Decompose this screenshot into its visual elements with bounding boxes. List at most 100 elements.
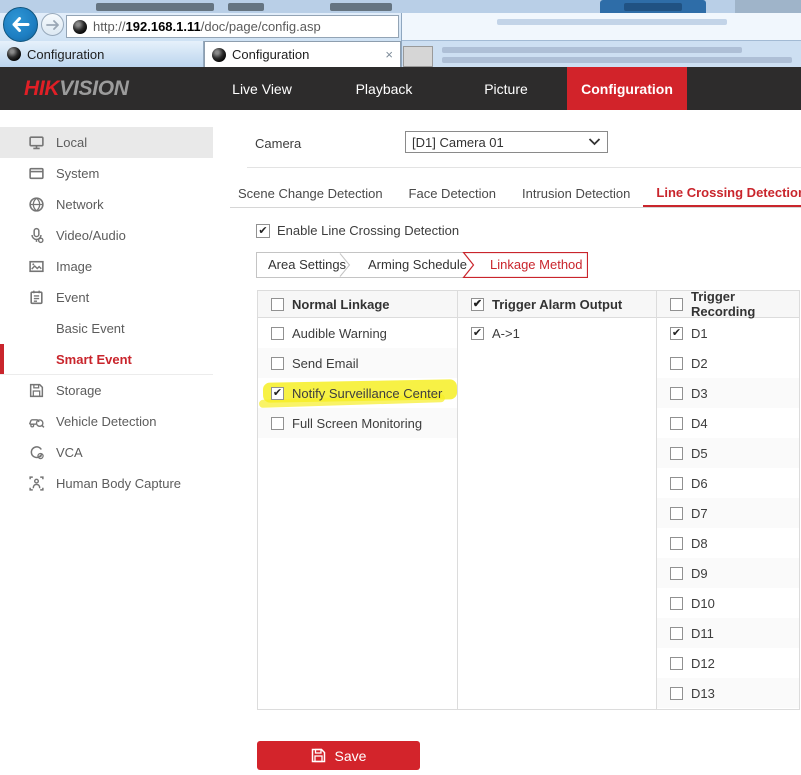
column-header-label: Trigger Recording [691,289,799,319]
browser-forward-button[interactable] [41,13,64,36]
row-checkbox[interactable] [670,567,683,580]
tab-intrusion-detection[interactable]: Intrusion Detection [509,180,643,207]
sidebar-item-label: Smart Event [56,352,132,367]
sidebar-item-event[interactable]: Event [0,282,213,313]
sidebar-item-network[interactable]: Network [0,189,213,220]
column-header: Trigger Alarm Output [458,291,656,318]
tab-line-crossing-detection[interactable]: Line Crossing Detection [643,180,801,207]
row-checkbox[interactable] [271,387,284,400]
sidebar-item-system[interactable]: System [0,158,213,189]
background-window-strip [0,0,801,13]
tab-face-detection[interactable]: Face Detection [396,180,509,207]
column-header-checkbox[interactable] [471,298,484,311]
sidebar-item-label: VCA [56,445,83,460]
row-checkbox[interactable] [670,357,683,370]
column-header-checkbox[interactable] [670,298,683,311]
row-label: D5 [691,446,708,461]
background-window-title [96,3,214,11]
vca-icon [28,444,45,461]
row-checkbox[interactable] [670,627,683,640]
row-checkbox[interactable] [670,327,683,340]
row-checkbox[interactable] [271,417,284,430]
row-d2: D2 [657,348,799,378]
hikvision-logo: HIKVISION [24,77,129,101]
sidebar-item-local[interactable]: Local [0,127,213,158]
background-window-edge [735,0,801,13]
column-rows: A->1 [458,318,656,348]
url-text: http://192.168.1.11/doc/page/config.asp [93,19,321,34]
enable-checkbox[interactable] [256,224,270,238]
row-d10: D10 [657,588,799,618]
column-header-label: Trigger Alarm Output [492,297,622,312]
step-arming-schedule[interactable]: Arming Schedule [368,257,467,272]
sidebar-item-image[interactable]: Image [0,251,213,282]
camera-select[interactable]: [D1] Camera 01 [405,131,608,153]
row-d8: D8 [657,528,799,558]
tab-close-icon[interactable]: × [385,48,393,61]
sidebar-item-vehicle-detection[interactable]: Vehicle Detection [0,406,213,437]
row-checkbox[interactable] [670,447,683,460]
row-d9: D9 [657,558,799,588]
row-full-screen-monitoring: Full Screen Monitoring [258,408,457,438]
row-label: Full Screen Monitoring [292,416,422,431]
forward-arrow-icon [46,20,59,30]
sidebar-item-label: Storage [56,383,102,398]
camera-label: Camera [255,136,301,151]
tab-scene-change-detection[interactable]: Scene Change Detection [238,180,396,207]
row-checkbox[interactable] [670,657,683,670]
nav-item-picture[interactable]: Picture [445,67,567,110]
sidebar-item-label: Vehicle Detection [56,414,156,429]
row-label: A->1 [492,326,520,341]
background-window-thumbnail [403,46,433,67]
column-normal-linkage: Normal Linkage Audible Warning Send Emai… [258,291,458,709]
row-label: D1 [691,326,708,341]
row-checkbox[interactable] [670,387,683,400]
sidebar-item-label: Event [56,290,89,305]
row-checkbox[interactable] [271,357,284,370]
hikvision-favicon [73,20,87,34]
browser-tab-configuration-active[interactable]: Configuration × [204,41,401,67]
nav-item-live-view[interactable]: Live View [201,67,323,110]
row-d4: D4 [657,408,799,438]
browser-back-button[interactable] [3,7,38,42]
row-checkbox[interactable] [670,477,683,490]
nav-item-configuration[interactable]: Configuration [567,67,687,110]
address-bar[interactable]: http://192.168.1.11/doc/page/config.asp [66,15,399,38]
sidebar-item-video-audio[interactable]: Video/Audio [0,220,213,251]
nav-item-playback[interactable]: Playback [323,67,445,110]
sidebar-item-label: Basic Event [56,321,125,336]
row-checkbox[interactable] [670,507,683,520]
human-body-icon [28,475,45,492]
tab-title: Configuration [232,47,309,62]
background-window-text [442,47,742,53]
sidebar-item-label: Video/Audio [56,228,126,243]
sidebar-item-smart-event[interactable]: Smart Event [0,344,213,375]
sidebar-item-vca[interactable]: VCA [0,437,213,468]
column-rows: D1 D2 D3 D4 D5 D6 D7 D8 [657,318,799,708]
browser-tab-bar: Configuration Configuration × [0,41,401,67]
row-checkbox[interactable] [670,687,683,700]
sidebar-item-basic-event[interactable]: Basic Event [0,313,213,344]
column-header-checkbox[interactable] [271,298,284,311]
row-d7: D7 [657,498,799,528]
background-window [401,13,801,67]
row-checkbox[interactable] [670,417,683,430]
row-checkbox[interactable] [670,597,683,610]
column-rows: Audible Warning Send Email Notify Survei… [258,318,457,438]
sidebar-item-storage[interactable]: Storage [0,375,213,406]
save-icon [311,748,326,763]
sidebar-item-human-body-capture[interactable]: Human Body Capture [0,468,213,499]
column-header-label: Normal Linkage [292,297,390,312]
row-checkbox[interactable] [271,327,284,340]
row-label: Audible Warning [292,326,387,341]
browser-tab-configuration[interactable]: Configuration [0,41,204,67]
row-checkbox[interactable] [670,537,683,550]
sidebar-item-label: Human Body Capture [56,476,181,491]
row-label: D7 [691,506,708,521]
row-notify-surveillance-center: Notify Surveillance Center [258,378,457,408]
save-button[interactable]: Save [257,741,420,770]
step-area-settings[interactable]: Area Settings [268,257,346,272]
hikvision-favicon [212,48,226,62]
row-checkbox[interactable] [471,327,484,340]
step-linkage-method[interactable]: Linkage Method [490,257,583,272]
